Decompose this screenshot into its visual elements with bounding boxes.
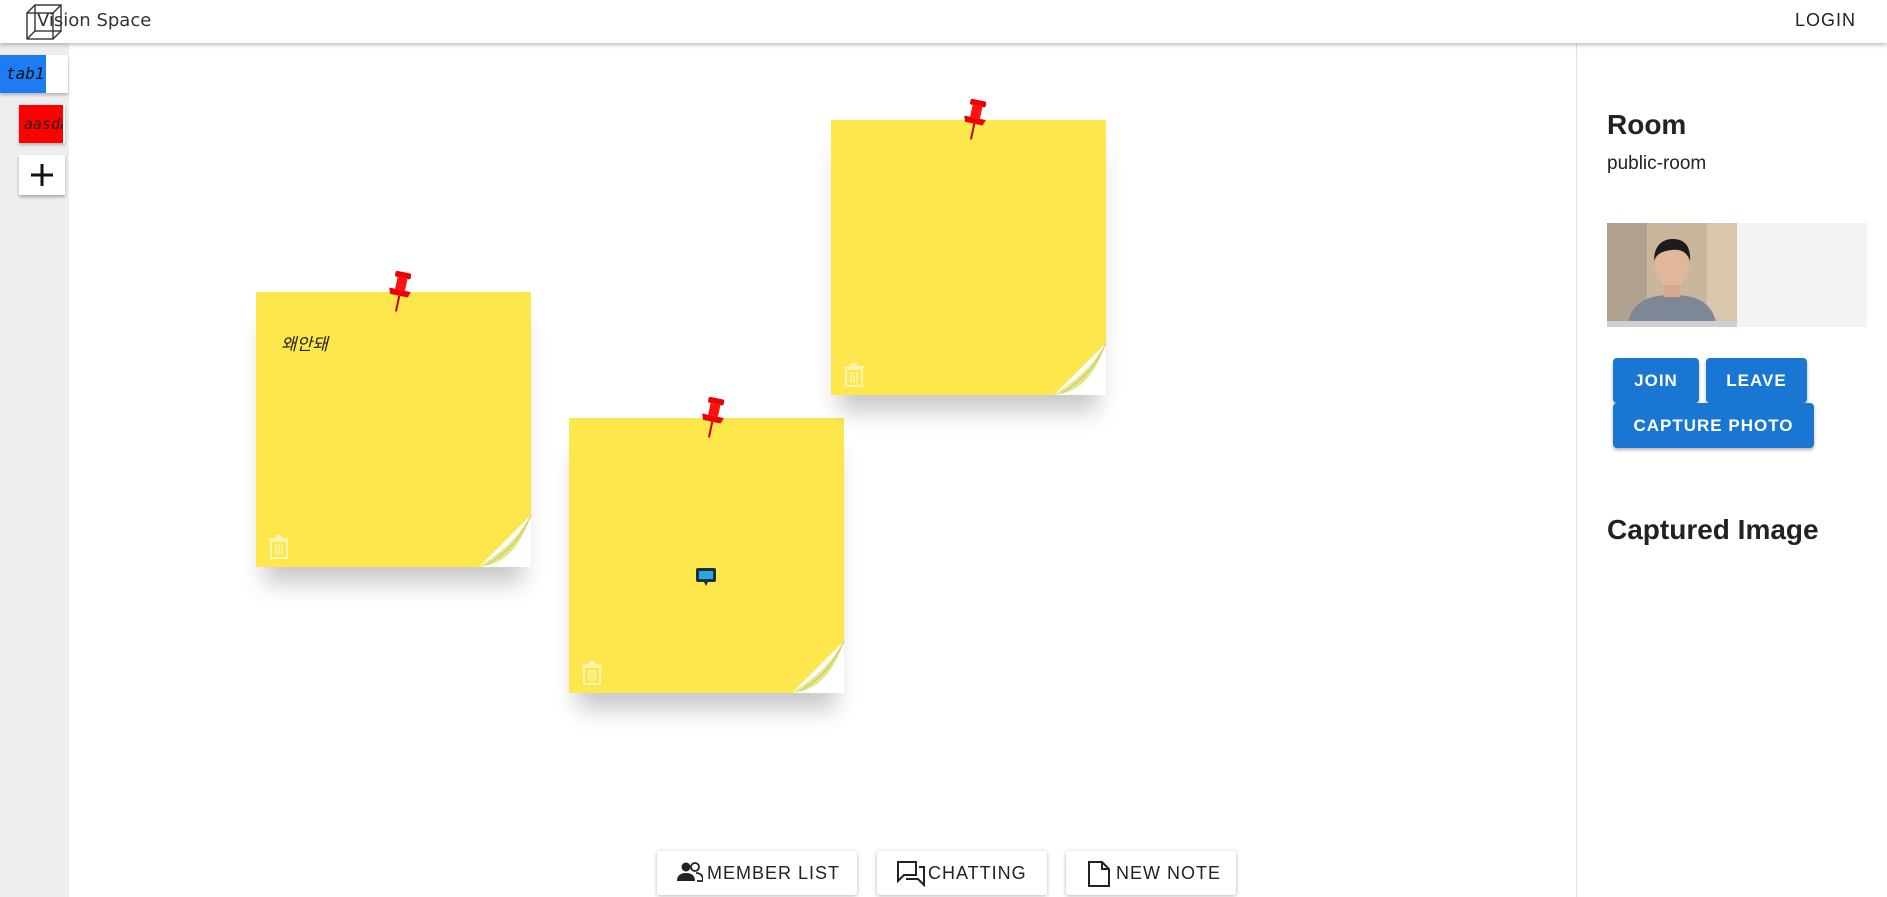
webcam-video [1607,223,1737,327]
chatting-label: CHATTING [928,863,1027,883]
member-list-button[interactable]: MEMBER LIST [657,851,857,895]
member-list-label: MEMBER LIST [707,863,841,883]
trash-icon[interactable] [843,363,865,387]
plus-icon [31,164,53,186]
pushpin-icon [702,396,725,438]
login-button[interactable]: LOGIN [1795,10,1856,31]
chatting-button[interactable]: CHATTING [877,851,1047,895]
pushpin-icon [389,270,412,312]
page-curl-decoration [479,515,531,567]
people-icon [677,862,703,882]
note-text[interactable]: 왜안돼 [281,330,328,355]
new-note-label: NEW NOTE [1116,863,1221,883]
app-brand: Vision Space [37,10,152,31]
captured-image-heading: Captured Image [1607,514,1819,545]
capture-photo-button[interactable]: CAPTURE PHOTO [1613,403,1814,448]
room-name: public-room [1607,153,1707,174]
chat-bubble-icon [696,568,716,586]
tab-item-1[interactable]: tab1 [0,55,46,93]
trash-icon[interactable] [581,661,603,685]
video-grid [1607,223,1867,327]
new-note-button[interactable]: NEW NOTE [1066,851,1236,895]
app-bar: Vision Space LOGIN [0,0,1887,43]
tab-item-2[interactable]: aasda [19,105,63,143]
join-button[interactable]: JOIN [1613,358,1699,403]
chat-icon [897,861,925,887]
page-curl-decoration [792,641,844,693]
room-panel: Room public-room JOIN LEAVE CAPTURE PHOT… [1576,43,1887,897]
person-video-frame [1607,223,1737,327]
add-tab-button[interactable] [19,155,65,195]
tab-sidebar: tab1 aasda [0,43,69,897]
pushpin-icon [964,98,987,140]
page-curl-decoration [1054,343,1106,395]
document-icon [1088,861,1110,887]
sticky-note[interactable] [831,98,1106,395]
leave-button[interactable]: LEAVE [1706,358,1807,403]
sticky-note[interactable] [569,396,844,693]
trash-icon[interactable] [268,535,290,559]
room-heading: Room [1607,109,1687,140]
sticky-note[interactable]: 왜안돼 [256,270,531,567]
